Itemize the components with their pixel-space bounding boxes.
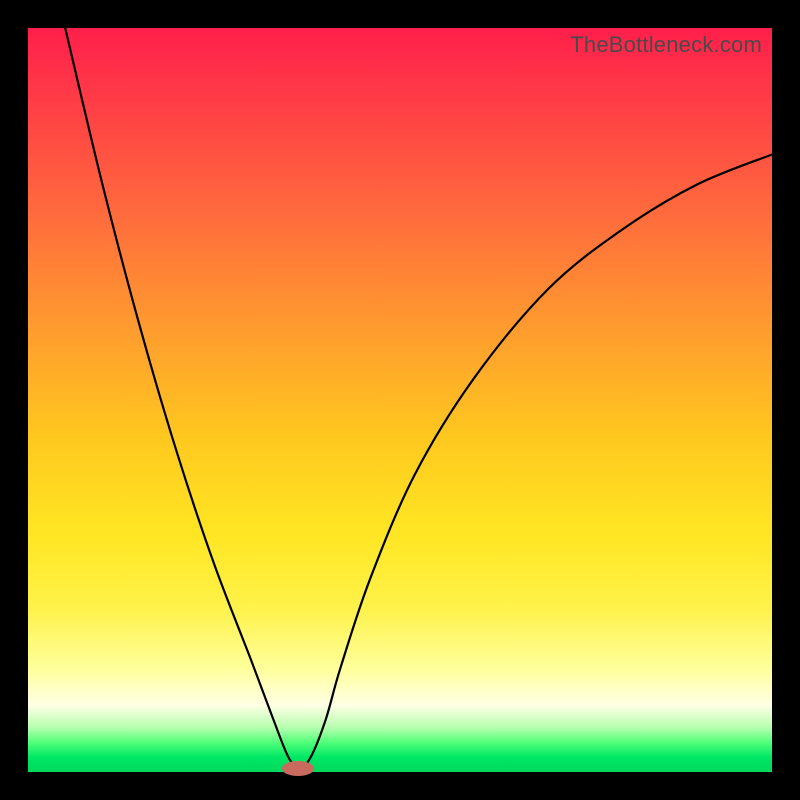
curve-svg bbox=[28, 28, 772, 772]
watermark-text: TheBottleneck.com bbox=[570, 32, 762, 58]
plot-area: TheBottleneck.com bbox=[28, 28, 772, 772]
bottleneck-curve-path bbox=[65, 28, 772, 768]
chart-frame: TheBottleneck.com bbox=[0, 0, 800, 800]
optimum-marker bbox=[282, 761, 315, 776]
